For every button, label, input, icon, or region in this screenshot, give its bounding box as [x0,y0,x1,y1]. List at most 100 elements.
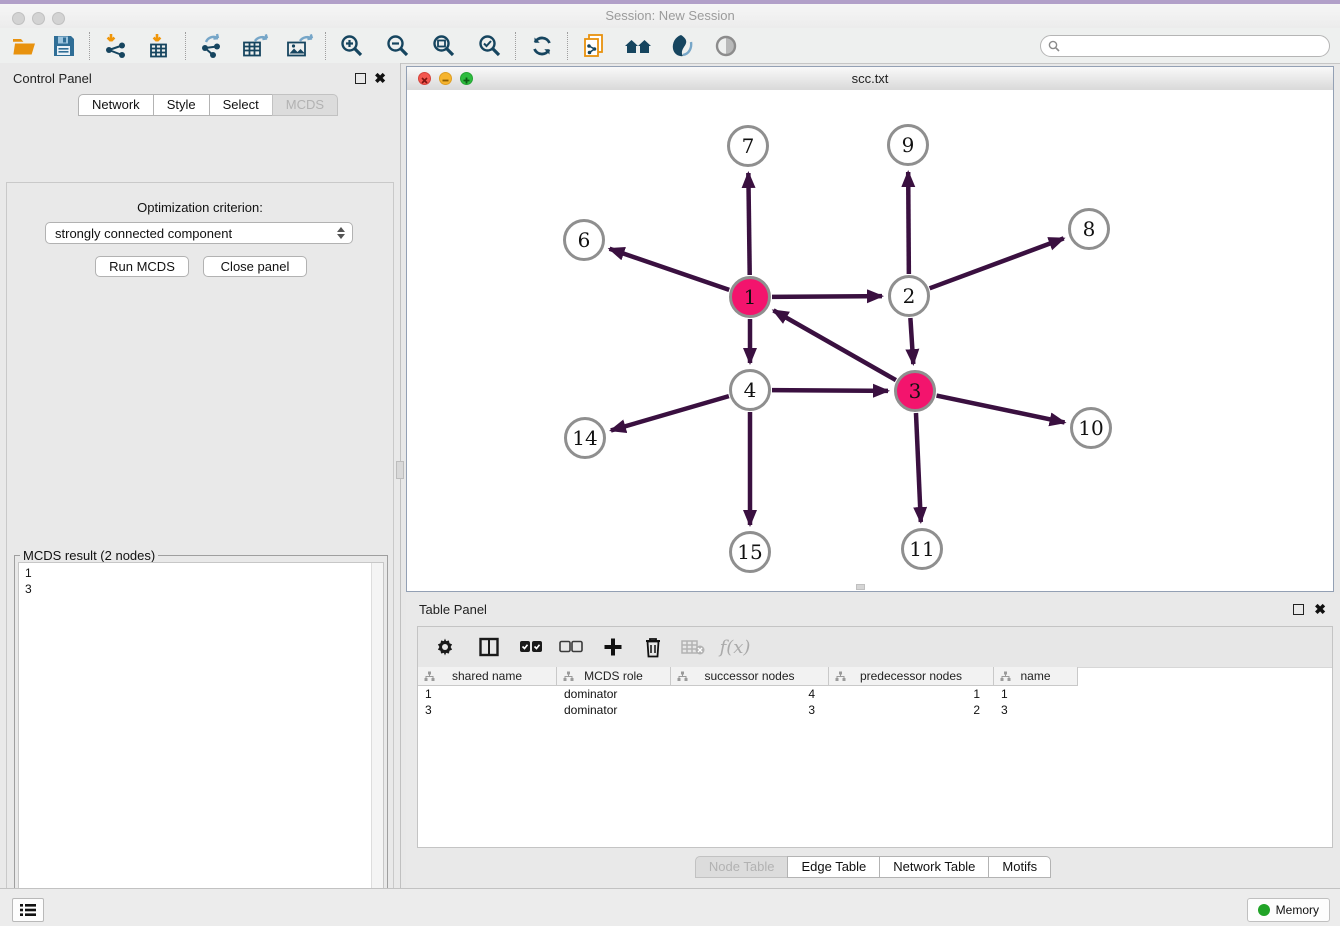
import-table-icon[interactable] [144,30,176,62]
table-cell[interactable]: dominator [557,686,671,702]
open-session-icon[interactable] [8,30,40,62]
table-cell[interactable]: 1 [829,686,994,702]
save-session-icon[interactable] [48,30,80,62]
task-history-button[interactable] [12,898,44,922]
show-hide-icon[interactable] [710,30,742,62]
tab-network-table[interactable]: Network Table [879,856,989,878]
control-panel-tabs: NetworkStyleSelectMCDS [78,94,338,116]
table-cell[interactable]: 2 [829,702,994,718]
network-canvas[interactable]: 7 9 6 8 1 2 4 3 14 10 15 11 [407,90,1333,591]
tab-mcds[interactable]: MCDS [272,94,338,116]
graph-node-2[interactable]: 2 [888,275,930,317]
tab-node-table[interactable]: Node Table [695,856,789,878]
memory-button[interactable]: Memory [1247,898,1330,922]
close-panel-button[interactable]: Close panel [203,256,307,277]
dropdown-value: strongly connected component [55,226,232,241]
edge-1-to-6[interactable] [610,249,730,290]
delete-column-trash-icon[interactable] [640,634,666,660]
tab-edge-table[interactable]: Edge Table [787,856,880,878]
canvas-bottom-grip[interactable] [856,584,865,590]
column-header-name[interactable]: name [994,667,1078,686]
mcds-result-textarea[interactable]: 13 [18,562,384,926]
export-image-icon[interactable] [284,30,316,62]
zoom-selected-icon[interactable] [474,30,506,62]
tab-select[interactable]: Select [209,94,273,116]
network-window-titlebar[interactable]: scc.txt [407,67,1333,91]
table-close-panel-icon[interactable]: ✖ [1314,601,1326,617]
edge-3-to-1[interactable] [773,310,895,380]
main-titlebar: Session: New Session [0,4,1340,28]
table-rows: 1dominator4113dominator323 [418,686,1332,718]
table-cell[interactable]: 4 [671,686,829,702]
memory-label: Memory [1276,903,1319,917]
tab-style[interactable]: Style [153,94,210,116]
column-header-shared-name[interactable]: shared name [418,667,557,686]
import-network-icon[interactable] [100,30,132,62]
column-header-predecessor-nodes[interactable]: predecessor nodes [829,667,994,686]
table-row[interactable]: 1dominator411 [418,686,1332,702]
table-cell[interactable]: 1 [994,686,1078,702]
apply-style-icon[interactable] [666,30,698,62]
tab-network[interactable]: Network [78,94,154,116]
table-row[interactable]: 3dominator323 [418,702,1332,718]
float-panel-icon[interactable] [355,73,366,84]
table-cell[interactable]: 3 [671,702,829,718]
toolbar-separator [89,32,91,60]
control-panel: Control Panel ✖ NetworkStyleSelectMCDS O… [0,63,401,888]
graph-node-9[interactable]: 9 [887,124,929,166]
zoom-fit-icon[interactable] [428,30,460,62]
edge-2-to-3[interactable] [910,318,913,364]
graph-node-1[interactable]: 1 [729,276,771,318]
edge-2-to-8[interactable] [930,238,1064,288]
zoom-out-icon[interactable] [382,30,414,62]
graph-node-7[interactable]: 7 [727,125,769,167]
graph-node-10[interactable]: 10 [1070,407,1112,449]
graph-node-3[interactable]: 3 [894,370,936,412]
table-cell[interactable]: 1 [418,686,557,702]
tab-motifs[interactable]: Motifs [988,856,1051,878]
export-table-icon[interactable] [240,30,272,62]
search-input[interactable] [1040,35,1330,57]
edge-4-to-14[interactable] [611,396,729,430]
column-header-MCDS-role[interactable]: MCDS role [557,667,671,686]
table-float-panel-icon[interactable] [1293,604,1304,615]
edge-4-to-3[interactable] [772,390,888,391]
zoom-in-icon[interactable] [336,30,368,62]
vertical-splitter-grip[interactable] [396,461,404,479]
select-all-checkboxes-icon[interactable] [518,634,544,660]
optimization-criterion-dropdown[interactable]: strongly connected component [45,222,353,244]
edge-2-to-9[interactable] [908,172,909,274]
first-neighbors-icon[interactable] [622,30,654,62]
graph-node-14[interactable]: 14 [564,417,606,459]
add-column-icon[interactable] [600,634,626,660]
mcds-result-title: MCDS result (2 nodes) [20,548,158,563]
table-settings-gear-icon[interactable] [432,634,458,660]
result-scrollbar[interactable] [371,563,383,926]
duplicate-network-icon[interactable] [578,30,610,62]
edge-3-to-10[interactable] [937,396,1065,423]
table-cell[interactable]: 3 [994,702,1078,718]
export-network-icon[interactable] [196,30,228,62]
graph-node-6[interactable]: 6 [563,219,605,261]
run-mcds-button[interactable]: Run MCDS [95,256,189,277]
table-cell[interactable]: dominator [557,702,671,718]
network-view-window: scc.txt 7 9 6 8 1 2 4 3 14 10 15 11 [406,66,1334,592]
graph-node-8[interactable]: 8 [1068,208,1110,250]
optimization-criterion-label: Optimization criterion: [7,200,393,215]
edge-1-to-2[interactable] [772,296,882,297]
graph-node-4[interactable]: 4 [729,369,771,411]
edge-3-to-11[interactable] [916,413,921,522]
edge-1-to-7[interactable] [748,173,749,275]
column-header-successor-nodes[interactable]: successor nodes [671,667,829,686]
control-panel-title: Control Panel [13,71,92,86]
table-panel-title: Table Panel [419,602,487,617]
unselect-all-checkboxes-icon[interactable] [558,634,584,660]
close-panel-icon[interactable]: ✖ [374,70,386,86]
show-column-panel-icon[interactable] [476,634,502,660]
refresh-icon[interactable] [526,30,558,62]
table-cell[interactable]: 3 [418,702,557,718]
graph-node-15[interactable]: 15 [729,531,771,573]
mcds-tab-content: Optimization criterion: strongly connect… [6,182,394,926]
graph-node-11[interactable]: 11 [901,528,943,570]
status-bar: Memory [0,888,1340,926]
